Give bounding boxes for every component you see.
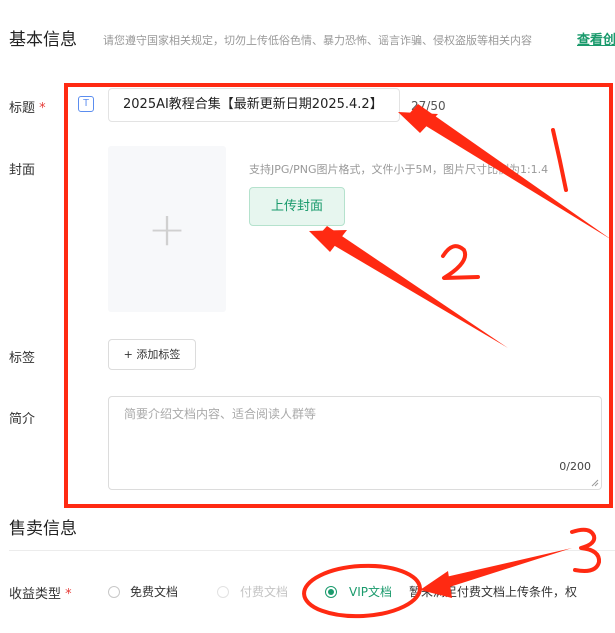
title-required-mark: * — [39, 101, 46, 116]
revenue-type-label: 收益类型 * — [9, 583, 72, 602]
text-type-icon: T — [78, 96, 94, 112]
basic-info-heading: 基本信息 — [9, 30, 77, 50]
view-rules-link[interactable]: 查看创 — [577, 29, 615, 48]
annotation-marker-1 — [551, 128, 568, 192]
intro-placeholder: 简要介绍文档内容、适合阅读人群等 — [124, 407, 317, 421]
cover-upload-area[interactable]: + — [108, 146, 226, 312]
section-divider — [9, 550, 615, 551]
title-char-counter: 27/50 — [411, 99, 446, 113]
add-tag-button[interactable]: + 添加标签 — [108, 339, 196, 370]
sale-info-heading: 售卖信息 — [9, 519, 77, 539]
intro-textarea[interactable]: 简要介绍文档内容、适合阅读人群等 0/200 — [108, 396, 602, 490]
intro-label: 简介 — [9, 412, 36, 427]
title-label: 标题 * — [9, 97, 46, 116]
free-doc-radio[interactable] — [108, 586, 120, 598]
plus-icon: + — [147, 202, 187, 256]
revenue-required-mark: * — [65, 587, 72, 602]
free-doc-label[interactable]: 免费文档 — [130, 583, 178, 600]
paid-doc-label[interactable]: 付费文档 — [240, 583, 288, 600]
annotation-arrow-2 — [309, 226, 508, 348]
cover-label: 封面 — [9, 163, 36, 178]
upload-cover-button[interactable]: 上传封面 — [249, 187, 345, 226]
revenue-type-label-text: 收益类型 — [9, 587, 62, 602]
intro-char-counter: 0/200 — [559, 460, 591, 473]
title-input[interactable]: 2025AI教程合集【最新更新日期2025.4.2】 — [108, 88, 400, 122]
annotation-marker-2 — [441, 244, 480, 280]
content-policy-notice: 请您遵守国家相关规定，切勿上传低俗色情、暴力恐怖、谣言诈骗、侵权盗版等相关内容 — [103, 34, 532, 47]
title-label-text: 标题 — [9, 101, 36, 116]
vip-doc-radio[interactable] — [325, 586, 337, 598]
vip-doc-label[interactable]: VIP文档 — [349, 583, 392, 600]
resize-handle-icon[interactable] — [591, 479, 599, 487]
tags-label: 标签 — [9, 351, 36, 366]
paid-condition-note: 暂未满足付费文档上传条件，权 — [409, 585, 578, 599]
paid-doc-radio[interactable] — [217, 586, 229, 598]
cover-format-hint: 支持JPG/PNG图片格式，文件小于5M，图片尺寸比例为1:1.4 — [249, 163, 549, 176]
